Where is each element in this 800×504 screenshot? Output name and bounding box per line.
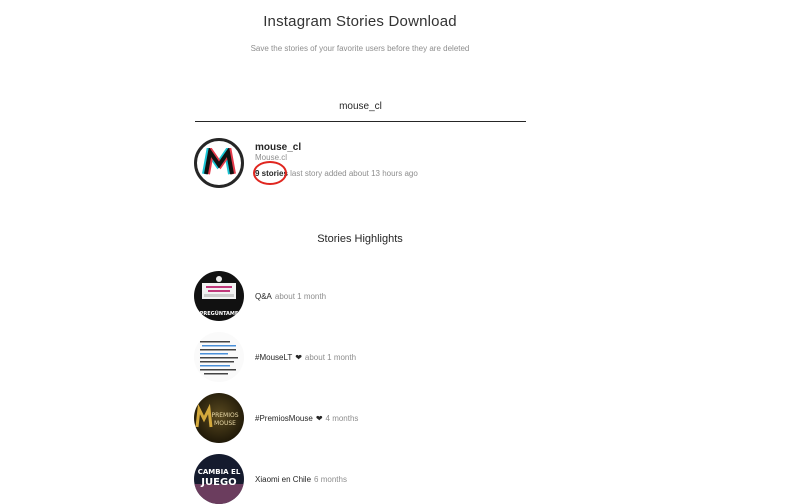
highlight-thumbnail[interactable]: PREMIOS MOUSE xyxy=(194,393,244,443)
highlight-thumbnail[interactable]: CAMBIA EL JUEGO xyxy=(194,454,244,504)
highlight-item-premiosmouse[interactable]: PREMIOS MOUSE #PremiosMouse ❤ 4 months xyxy=(194,393,524,443)
highlight-text: #MouseLT ❤ about 1 month xyxy=(255,353,356,362)
last-story-text: last story added about 13 hours ago xyxy=(290,169,418,178)
highlight-text: #PremiosMouse ❤ 4 months xyxy=(255,414,358,423)
profile-stories-line: 9 stories last story added about 13 hour… xyxy=(255,169,418,178)
highlight-item-mouselt[interactable]: #MouseLT ❤ about 1 month xyxy=(194,332,524,382)
page-subtitle: Save the stories of your favorite users … xyxy=(250,44,470,53)
heart-icon: ❤ xyxy=(295,353,302,362)
highlight-time: 4 months xyxy=(325,414,359,423)
highlight-item-xiaomi[interactable]: CAMBIA EL JUEGO Xiaomi en Chile 6 months xyxy=(194,454,524,504)
highlight-title[interactable]: Xiaomi en Chile xyxy=(255,475,311,484)
premios-thumbnail-caption-bottom: MOUSE xyxy=(214,420,236,427)
highlight-text: Q&A about 1 month xyxy=(255,292,326,301)
xiaomi-thumbnail-caption-1: CAMBIA EL xyxy=(198,468,241,476)
premios-thumbnail-image: PREMIOS MOUSE xyxy=(194,393,244,443)
mouselt-thumbnail-image xyxy=(194,332,244,382)
qa-thumbnail-caption: PREGÚNTAME xyxy=(200,310,239,317)
highlight-time: 6 months xyxy=(314,475,347,484)
xiaomi-thumbnail-caption-2: JUEGO xyxy=(200,477,236,488)
premios-thumbnail-caption-top: PREMIOS xyxy=(211,412,238,419)
qa-thumbnail-image: PREGÚNTAME xyxy=(194,271,244,321)
highlight-title[interactable]: #PremiosMouse xyxy=(255,414,313,423)
xiaomi-thumbnail-image: CAMBIA EL JUEGO xyxy=(194,454,244,504)
highlight-thumbnail[interactable]: PREGÚNTAME xyxy=(194,271,244,321)
highlight-thumbnail[interactable] xyxy=(194,332,244,382)
highlights-section-title: Stories Highlights xyxy=(317,233,403,245)
mouse-logo-icon xyxy=(202,148,236,175)
avatar[interactable] xyxy=(194,138,244,188)
highlight-text: Xiaomi en Chile 6 months xyxy=(255,475,347,484)
username-search-input[interactable] xyxy=(195,98,526,115)
profile-username[interactable]: mouse_cl xyxy=(255,142,301,153)
profile-card: mouse_cl Mouse.cl 9 stories last story a… xyxy=(194,138,524,190)
highlight-title[interactable]: #MouseLT xyxy=(255,353,292,362)
highlight-title[interactable]: Q&A xyxy=(255,292,272,301)
profile-full-name: Mouse.cl xyxy=(255,153,288,162)
search-box[interactable] xyxy=(195,96,526,122)
story-count-link[interactable]: 9 stories xyxy=(255,169,288,178)
page-title: Instagram Stories Download xyxy=(263,13,457,30)
highlight-item-qa[interactable]: PREGÚNTAME Q&A about 1 month xyxy=(194,271,524,321)
heart-icon: ❤ xyxy=(315,414,323,423)
highlight-time: about 1 month xyxy=(304,353,357,362)
highlight-time: about 1 month xyxy=(274,292,327,301)
